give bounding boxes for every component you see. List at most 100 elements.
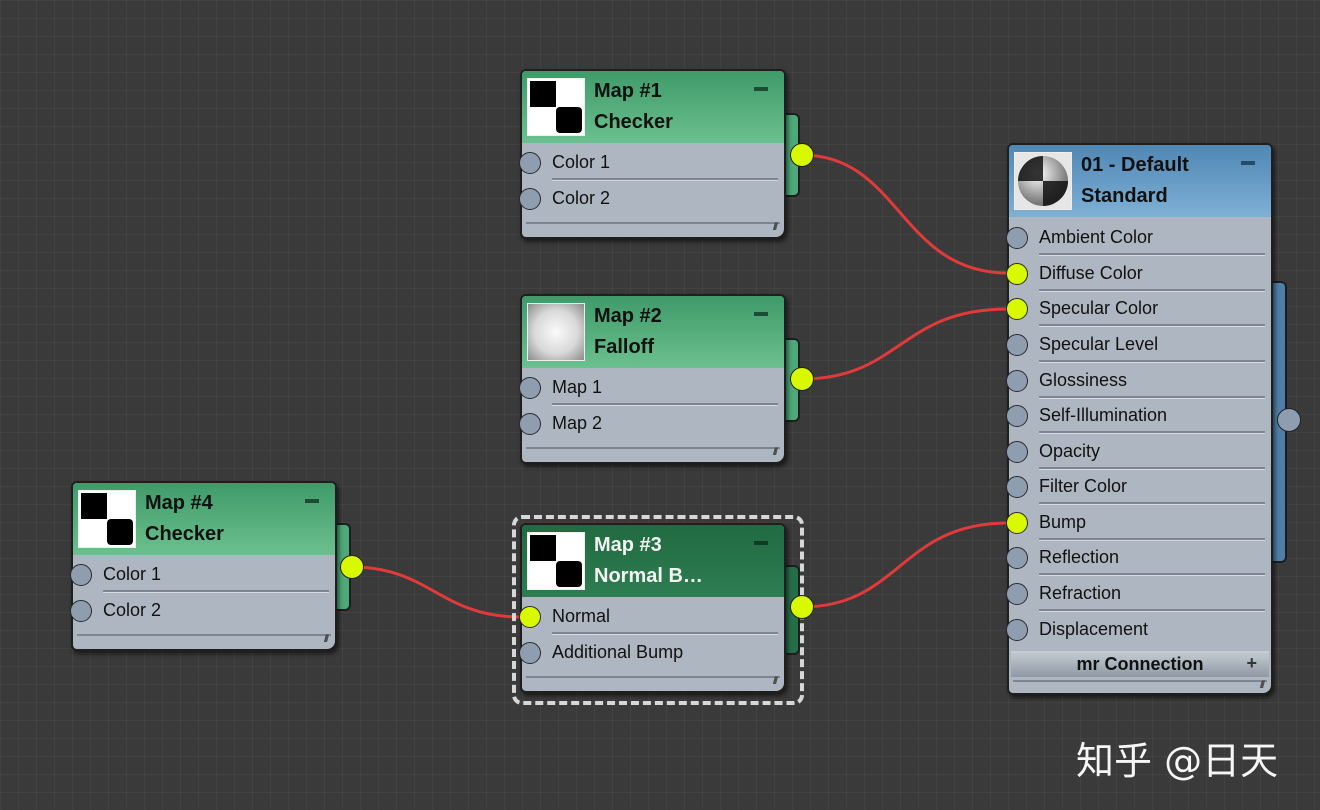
slot-label: Self-Illumination <box>1039 405 1168 425</box>
node-footer: //// <box>526 447 780 458</box>
input-socket[interactable] <box>519 152 541 174</box>
node-header[interactable]: Map #2 Falloff <box>522 296 784 368</box>
slot-opacity[interactable]: Opacity <box>1006 434 1265 470</box>
slot-self-illumination[interactable]: Self-Illumination <box>1006 398 1265 434</box>
input-socket[interactable] <box>1006 441 1028 463</box>
wire-map1-diffuse <box>801 153 1009 275</box>
slot-specular-color[interactable]: Specular Color <box>1006 291 1265 327</box>
node-footer: //// <box>526 222 780 233</box>
checker-icon <box>527 78 585 136</box>
slot-filter-color[interactable]: Filter Color <box>1006 469 1265 505</box>
node-map4-checker[interactable]: Map #4 Checker Color 1 Color 2 //// <box>70 481 364 651</box>
node-title: Map #3 <box>594 534 662 556</box>
node-header[interactable]: Map #4 Checker <box>73 483 335 555</box>
node-header[interactable]: Map #1 Checker <box>522 71 784 143</box>
input-socket[interactable] <box>70 600 92 622</box>
slot-label: Diffuse Color <box>1039 263 1143 283</box>
collapse-button[interactable] <box>305 499 319 503</box>
resize-grip-icon[interactable]: //// <box>773 447 778 458</box>
slot-ambient-color[interactable]: Ambient Color <box>1006 220 1265 256</box>
slot-additional-bump[interactable]: Additional Bump <box>519 635 778 671</box>
input-socket[interactable] <box>1006 619 1028 641</box>
slot-map1[interactable]: Map 1 <box>519 370 778 406</box>
node-map2-falloff[interactable]: Map #2 Falloff Map 1 Map 2 //// <box>519 294 814 464</box>
slot-refraction[interactable]: Refraction <box>1006 576 1265 612</box>
node-footer: //// <box>1013 680 1267 691</box>
material-sphere-icon <box>1014 152 1072 210</box>
input-socket[interactable] <box>1006 227 1028 249</box>
node-footer: //// <box>77 634 331 645</box>
watermark-text: 知乎 @日天 <box>1076 739 1279 783</box>
input-socket[interactable] <box>519 642 541 664</box>
collapse-button[interactable] <box>754 541 768 545</box>
node-title: 01 - Default <box>1081 154 1189 176</box>
checker-icon <box>527 532 585 590</box>
input-socket[interactable] <box>519 377 541 399</box>
node-header[interactable]: Map #3 Normal B… <box>522 525 784 597</box>
output-socket[interactable] <box>790 367 814 391</box>
slot-label: Additional Bump <box>552 642 684 662</box>
slot-normal[interactable]: Normal <box>519 599 778 635</box>
node-material-standard[interactable]: 01 - Default Standard Ambient Color Diff… <box>1006 143 1301 695</box>
input-socket[interactable] <box>1006 263 1028 285</box>
output-socket[interactable] <box>1277 408 1301 432</box>
slot-label: Reflection <box>1039 547 1120 567</box>
input-socket[interactable] <box>1006 512 1028 534</box>
node-map3-normal-bump[interactable]: Map #3 Normal B… Normal Additional Bump … <box>519 523 814 693</box>
node-type: Falloff <box>594 336 654 358</box>
output-socket[interactable] <box>340 555 364 579</box>
input-socket[interactable] <box>519 606 541 628</box>
slot-label: Map 2 <box>552 413 603 433</box>
wire-map3-bump <box>801 521 1009 609</box>
slot-label: Filter Color <box>1039 476 1128 496</box>
slot-label: Specular Level <box>1039 334 1159 354</box>
input-socket[interactable] <box>1006 298 1028 320</box>
node-map1-checker[interactable]: Map #1 Checker Color 1 Color 2 //// <box>519 69 814 239</box>
slot-label: Normal <box>552 606 611 626</box>
collapse-button[interactable] <box>1241 161 1255 165</box>
node-title: Map #1 <box>594 80 662 102</box>
slot-reflection[interactable]: Reflection <box>1006 540 1265 576</box>
input-socket[interactable] <box>1006 547 1028 569</box>
output-socket[interactable] <box>790 595 814 619</box>
resize-grip-icon[interactable]: //// <box>324 634 329 645</box>
input-socket[interactable] <box>519 413 541 435</box>
resize-grip-icon[interactable]: //// <box>773 676 778 687</box>
resize-grip-icon[interactable]: //// <box>1260 680 1265 691</box>
output-socket[interactable] <box>790 143 814 167</box>
slot-color1[interactable]: Color 1 <box>70 557 329 593</box>
checker-icon <box>78 490 136 548</box>
input-socket[interactable] <box>1006 370 1028 392</box>
slot-label: Displacement <box>1039 619 1149 639</box>
slot-color2[interactable]: Color 2 <box>519 181 778 217</box>
node-type: Standard <box>1081 185 1168 207</box>
slot-map2[interactable]: Map 2 <box>519 406 778 442</box>
input-socket[interactable] <box>1006 405 1028 427</box>
slot-specular-level[interactable]: Specular Level <box>1006 327 1265 363</box>
input-socket[interactable] <box>519 188 541 210</box>
input-socket[interactable] <box>1006 476 1028 498</box>
slot-color2[interactable]: Color 2 <box>70 593 329 629</box>
slot-label: Glossiness <box>1039 370 1128 390</box>
slot-diffuse-color[interactable]: Diffuse Color <box>1006 256 1265 292</box>
input-socket[interactable] <box>1006 334 1028 356</box>
node-type: Checker <box>145 523 224 545</box>
input-socket[interactable] <box>1006 583 1028 605</box>
node-title: Map #2 <box>594 305 662 327</box>
slot-glossiness[interactable]: Glossiness <box>1006 363 1265 399</box>
collapse-button[interactable] <box>754 312 768 316</box>
node-header[interactable]: 01 - Default Standard <box>1009 145 1271 217</box>
node-type: Checker <box>594 111 673 133</box>
input-socket[interactable] <box>70 564 92 586</box>
resize-grip-icon[interactable]: //// <box>773 222 778 233</box>
slot-displacement[interactable]: Displacement <box>1006 612 1265 648</box>
falloff-gradient-icon <box>527 303 585 361</box>
group-label: mr Connection <box>1076 654 1204 674</box>
collapse-button[interactable] <box>754 87 768 91</box>
slot-label: Opacity <box>1039 441 1101 461</box>
mr-connection-group[interactable]: mr Connection + <box>1011 651 1269 677</box>
expand-plus-icon[interactable]: + <box>1246 651 1257 675</box>
slot-bump[interactable]: Bump <box>1006 505 1265 541</box>
slot-color1[interactable]: Color 1 <box>519 145 778 181</box>
slot-label: Color 2 <box>103 600 162 620</box>
